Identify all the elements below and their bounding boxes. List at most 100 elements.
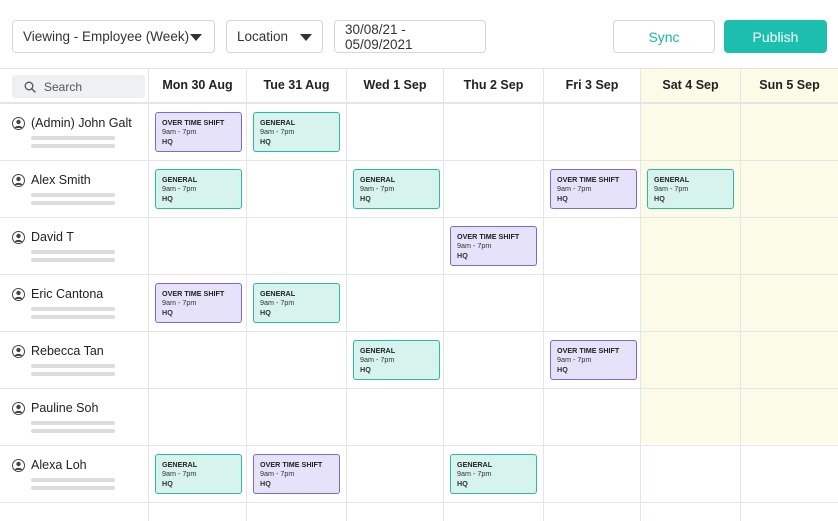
placeholder-line <box>31 421 115 425</box>
placeholder-line <box>31 250 115 254</box>
date-range-label: 30/08/21 - 05/09/2021 <box>345 21 413 52</box>
day-header: Mon 30 Aug <box>162 78 233 92</box>
user-avatar-icon <box>12 402 25 415</box>
shift-title: GENERAL <box>260 118 296 127</box>
row-divider <box>0 502 838 503</box>
general-shift-card[interactable]: GENERAL 9am - 7pm HQ <box>253 283 340 323</box>
employee-row[interactable]: Eric Cantona <box>0 274 148 331</box>
shift-time: 9am - 7pm <box>260 127 295 136</box>
publish-button[interactable]: Publish <box>724 20 827 53</box>
day-header: Thu 2 Sep <box>463 78 524 92</box>
shift-title: GENERAL <box>260 289 296 298</box>
shift-location: HQ <box>162 308 173 317</box>
shift-time: 9am - 7pm <box>557 184 592 193</box>
shift-title: OVER TIME SHIFT <box>260 460 323 469</box>
general-shift-card[interactable]: GENERAL 9am - 7pm HQ <box>155 169 242 209</box>
column-divider <box>543 68 544 521</box>
shift-location: HQ <box>360 194 371 203</box>
placeholder-line <box>31 136 115 140</box>
shift-time: 9am - 7pm <box>457 241 492 250</box>
column-divider <box>246 68 247 521</box>
shift-title: GENERAL <box>457 460 493 469</box>
employee-row[interactable]: Alex Smith <box>0 160 148 217</box>
placeholder-line <box>31 144 115 148</box>
placeholder-line <box>31 193 115 197</box>
shift-location: HQ <box>260 479 271 488</box>
employee-row[interactable]: Rebecca Tan <box>0 331 148 388</box>
column-divider <box>640 68 641 521</box>
placeholder-line <box>31 429 115 433</box>
column-divider <box>148 68 149 521</box>
shift-time: 9am - 7pm <box>457 469 492 478</box>
employee-row[interactable]: Alexa Loh <box>0 445 148 502</box>
shift-time: 9am - 7pm <box>162 469 197 478</box>
shift-title: OVER TIME SHIFT <box>162 289 225 298</box>
overtime-shift-card[interactable]: OVER TIME SHIFT 9am - 7pm HQ <box>450 226 537 266</box>
shift-location: HQ <box>457 479 468 488</box>
shift-location: HQ <box>260 137 271 146</box>
view-select-label: Viewing - Employee (Week) <box>23 29 190 44</box>
location-select[interactable]: Location <box>226 20 323 53</box>
shift-time: 9am - 7pm <box>360 355 395 364</box>
day-header: Wed 1 Sep <box>363 78 427 92</box>
general-shift-card[interactable]: GENERAL 9am - 7pm HQ <box>253 112 340 152</box>
overtime-shift-card[interactable]: OVER TIME SHIFT 9am - 7pm HQ <box>155 112 242 152</box>
placeholder-line <box>31 315 115 319</box>
sync-button-label: Sync <box>648 28 680 45</box>
employee-row[interactable]: (Admin) John Galt <box>0 103 148 160</box>
shift-time: 9am - 7pm <box>162 127 197 136</box>
placeholder-line <box>31 486 115 490</box>
employee-name: (Admin) John Galt <box>31 116 132 130</box>
user-avatar-icon <box>12 459 25 472</box>
shift-title: OVER TIME SHIFT <box>457 232 520 241</box>
shift-location: HQ <box>457 251 468 260</box>
overtime-shift-card[interactable]: OVER TIME SHIFT 9am - 7pm HQ <box>550 340 637 380</box>
shift-time: 9am - 7pm <box>260 298 295 307</box>
day-header: Fri 3 Sep <box>565 78 619 92</box>
chevron-down-icon <box>190 34 202 41</box>
shift-title: OVER TIME SHIFT <box>557 346 620 355</box>
placeholder-line <box>31 372 115 376</box>
user-avatar-icon <box>12 231 25 244</box>
employee-row[interactable]: Pauline Soh <box>0 388 148 445</box>
publish-button-label: Publish <box>752 28 799 45</box>
general-shift-card[interactable]: GENERAL 9am - 7pm HQ <box>647 169 734 209</box>
shift-location: HQ <box>162 137 173 146</box>
shift-title: GENERAL <box>162 460 198 469</box>
day-header: Tue 31 Aug <box>263 78 330 92</box>
shift-title: GENERAL <box>654 175 690 184</box>
user-avatar-icon <box>12 288 25 301</box>
weekend-column-bg <box>641 103 740 443</box>
shift-title: OVER TIME SHIFT <box>162 118 225 127</box>
shift-location: HQ <box>260 308 271 317</box>
placeholder-line <box>31 307 115 311</box>
shift-title: GENERAL <box>360 346 396 355</box>
shift-time: 9am - 7pm <box>162 298 197 307</box>
shift-location: HQ <box>162 479 173 488</box>
day-header: Sat 4 Sep <box>662 78 719 92</box>
overtime-shift-card[interactable]: OVER TIME SHIFT 9am - 7pm HQ <box>155 283 242 323</box>
shift-time: 9am - 7pm <box>162 184 197 193</box>
chevron-down-icon <box>300 34 312 41</box>
location-select-label: Location <box>237 29 289 44</box>
user-avatar-icon <box>12 174 25 187</box>
employee-name: Alex Smith <box>31 173 91 187</box>
shift-time: 9am - 7pm <box>260 469 295 478</box>
view-select[interactable]: Viewing - Employee (Week) <box>12 20 215 53</box>
shift-location: HQ <box>557 194 568 203</box>
schedule-grid: Search Mon 30 Aug Tue 31 Aug Wed 1 Sep Thu … <box>0 68 838 521</box>
general-shift-card[interactable]: GENERAL 9am - 7pm HQ <box>353 340 440 380</box>
overtime-shift-card[interactable]: OVER TIME SHIFT 9am - 7pm HQ <box>253 454 340 494</box>
search-icon <box>24 81 36 93</box>
sync-button[interactable]: Sync <box>613 20 715 53</box>
shift-title: GENERAL <box>360 175 396 184</box>
general-shift-card[interactable]: GENERAL 9am - 7pm HQ <box>450 454 537 494</box>
employee-row[interactable]: David T <box>0 217 148 274</box>
weekend-column-bg <box>741 103 838 443</box>
search-input[interactable]: Search <box>12 75 145 98</box>
overtime-shift-card[interactable]: OVER TIME SHIFT 9am - 7pm HQ <box>550 169 637 209</box>
column-divider <box>443 68 444 521</box>
general-shift-card[interactable]: GENERAL 9am - 7pm HQ <box>353 169 440 209</box>
general-shift-card[interactable]: GENERAL 9am - 7pm HQ <box>155 454 242 494</box>
date-range-picker[interactable]: 30/08/21 - 05/09/2021 <box>334 20 486 53</box>
